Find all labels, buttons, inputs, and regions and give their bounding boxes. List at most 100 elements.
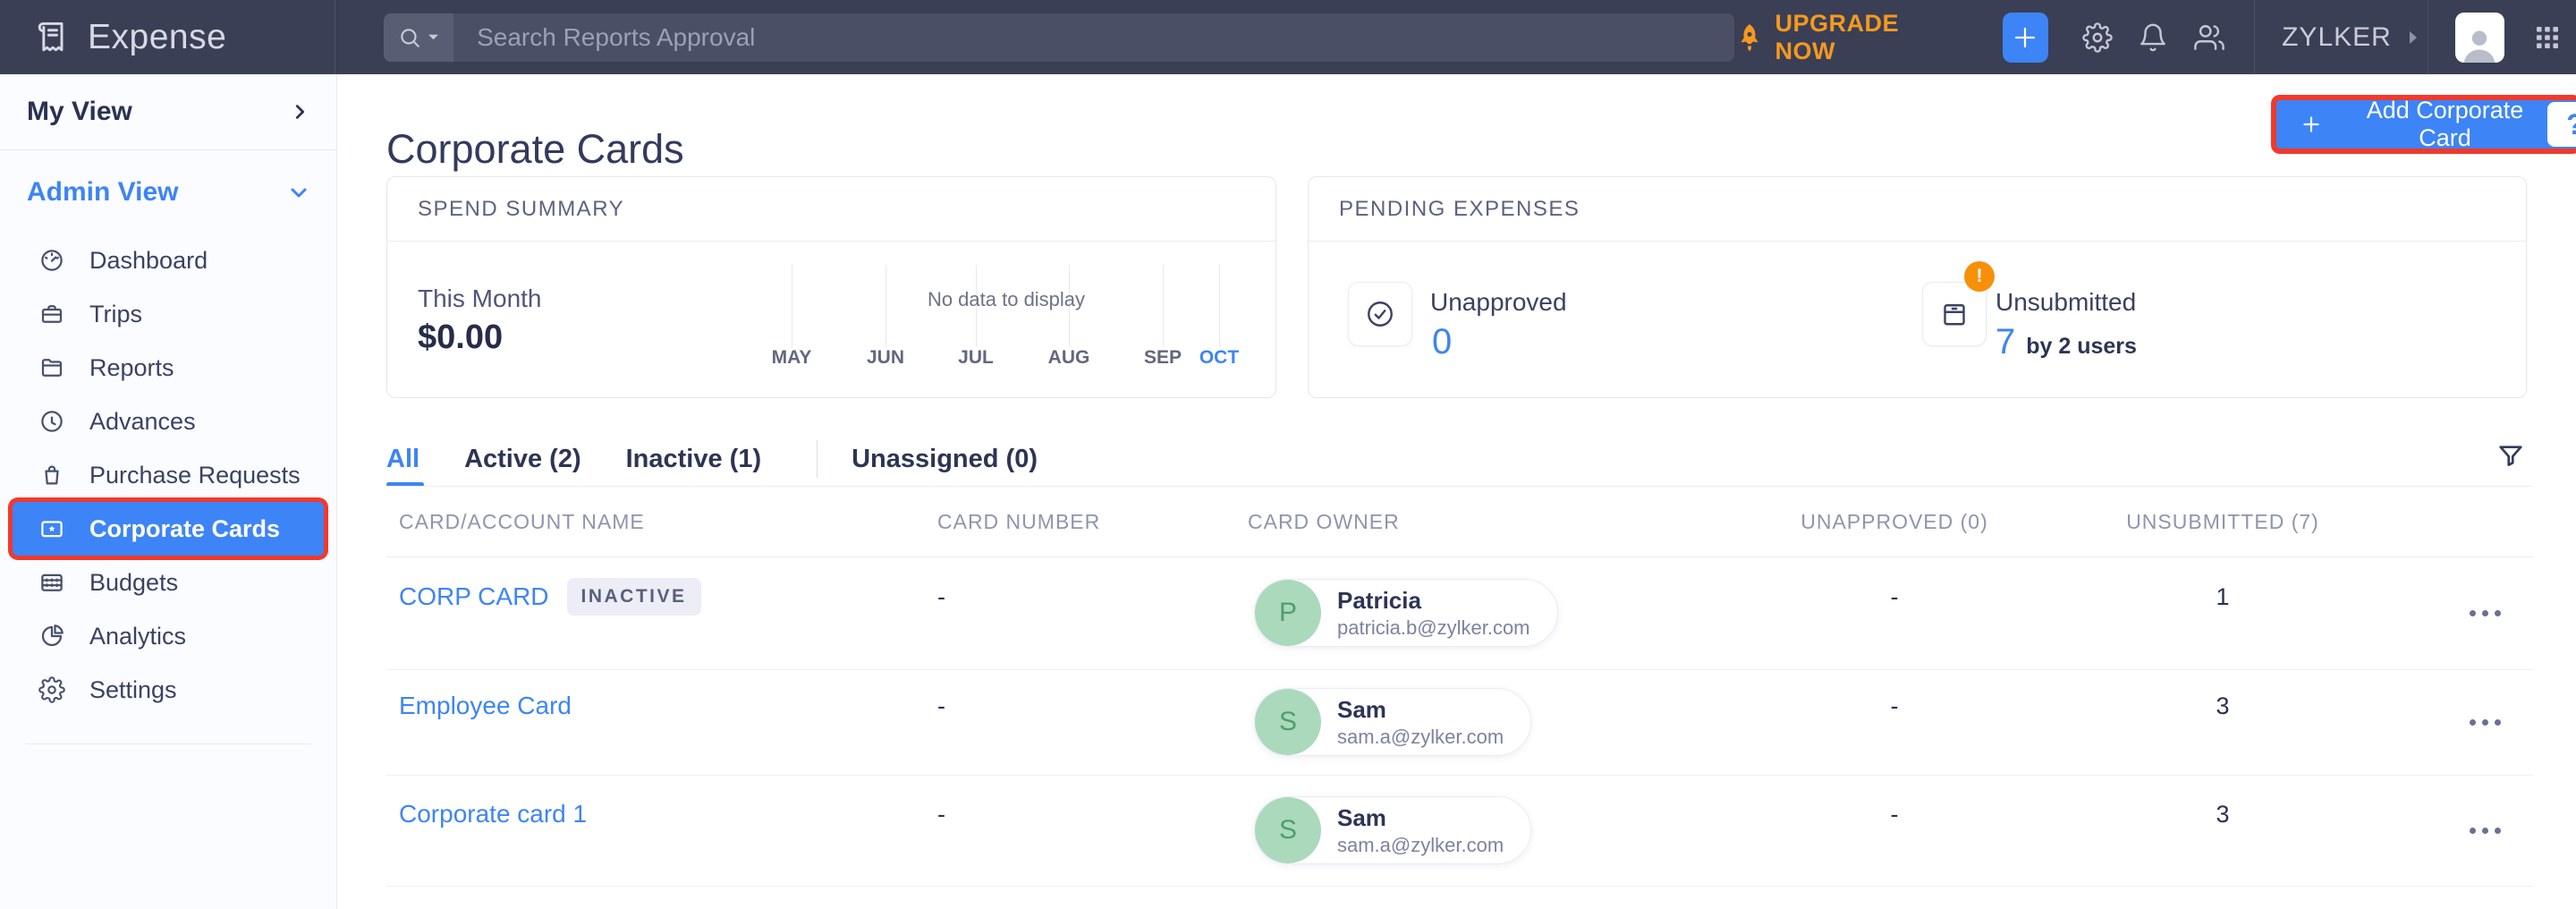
unsubmitted-label: Unsubmitted: [1996, 288, 2136, 317]
grid-icon: [2533, 23, 2562, 52]
card-name-cell: Employee Card: [399, 653, 572, 759]
tab-unassigned[interactable]: Unassigned (0): [852, 445, 1038, 474]
upgrade-now-label: UPGRADE NOW: [1775, 10, 1963, 65]
sidebar-item-label: Dashboard: [89, 247, 208, 275]
plus-icon: [2012, 24, 2038, 51]
drawer-folder-icon: [1938, 298, 1970, 330]
table-row: Corporate card 1 - S Sam sam.a@zylker.co…: [386, 775, 2533, 887]
topbar: Expense UPGRADE NOW: [0, 0, 2576, 74]
avatar[interactable]: [2455, 13, 2504, 63]
unapproved-cell: -: [1787, 759, 2002, 870]
sidebar-item-budgets[interactable]: Budgets: [0, 556, 336, 609]
chevron-right-icon: [290, 102, 309, 122]
owner-avatar: P: [1255, 580, 1321, 646]
sidebar-item-purchase-requests[interactable]: Purchase Requests: [0, 448, 336, 502]
more-options-icon[interactable]: [2461, 601, 2510, 625]
app-logo[interactable]: Expense: [0, 0, 335, 74]
pending-expenses-title: PENDING EXPENSES: [1309, 177, 2526, 242]
card-name-link[interactable]: Employee Card: [399, 692, 572, 720]
chart-empty-message: No data to display: [863, 288, 1149, 311]
owner-pill[interactable]: S Sam sam.a@zylker.com: [1254, 688, 1531, 756]
org-switcher[interactable]: ZYLKER: [2282, 22, 2419, 53]
tab-inactive[interactable]: Inactive (1): [626, 445, 762, 474]
chart-gridline: [1163, 265, 1164, 347]
sidebar-item-corporate-cards[interactable]: Corporate Cards: [13, 502, 324, 556]
chart-gridline: [1219, 265, 1220, 347]
sidebar-divider: [25, 743, 311, 744]
sidebar-item-label: Analytics: [89, 623, 186, 650]
tab-active[interactable]: Active (2): [464, 445, 581, 474]
column-header: UNAPPROVED (0): [1787, 510, 2002, 534]
sidebar-divider: [0, 149, 336, 150]
upgrade-now-button[interactable]: UPGRADE NOW: [1734, 10, 1963, 65]
question-mark-icon: ?: [2566, 108, 2576, 141]
sidebar-item-label: Advances: [89, 408, 196, 436]
sidebar: My View Admin View Dashboard Trip: [0, 74, 337, 909]
owner-name: Patricia: [1337, 586, 1530, 616]
spend-period-label: This Month: [418, 285, 542, 313]
users-button[interactable]: [2193, 22, 2225, 53]
unapproved-cell: -: [1787, 540, 2002, 653]
search-icon: [398, 26, 421, 49]
unsubmitted-cell: 3: [2115, 759, 2330, 870]
shopping-bag-icon: [38, 462, 66, 488]
card-star-icon: [38, 515, 66, 542]
sidebar-admin-view[interactable]: Admin View: [0, 173, 336, 212]
topbar-divider: [2254, 0, 2255, 74]
filter-button[interactable]: [2496, 441, 2525, 470]
notifications-button[interactable]: [2138, 22, 2168, 53]
owner-name: Sam: [1337, 695, 1504, 725]
unsubmitted-count-row: 7 by 2 users: [1996, 322, 2137, 362]
unsubmitted-count[interactable]: 7: [1996, 322, 2015, 362]
month-tick: JUL: [936, 347, 1016, 369]
org-name: ZYLKER: [2282, 22, 2392, 53]
row-actions-cell: [2431, 775, 2538, 886]
add-corporate-card-button[interactable]: Add Corporate Card: [2276, 100, 2576, 149]
dashboard-icon: [38, 247, 66, 274]
sidebar-item-settings[interactable]: Settings: [0, 663, 336, 717]
owner-avatar: S: [1255, 797, 1321, 863]
sidebar-item-reports[interactable]: Reports: [0, 341, 336, 395]
quick-create-button[interactable]: [2003, 13, 2048, 63]
help-button[interactable]: ?: [2546, 100, 2576, 149]
unapproved-count[interactable]: 0: [1432, 322, 1452, 362]
more-options-icon[interactable]: [2461, 819, 2510, 843]
month-tick: JUN: [845, 347, 926, 369]
receipt-logo-icon: [32, 18, 72, 57]
chevron-down-icon: [288, 182, 309, 203]
more-options-icon[interactable]: [2461, 710, 2510, 735]
search-input[interactable]: [453, 23, 1733, 52]
card-name-link[interactable]: Corporate card 1: [399, 800, 587, 828]
sidebar-item-advances[interactable]: Advances: [0, 395, 336, 448]
unapproved-cell: -: [1787, 653, 2002, 759]
apps-grid-button[interactable]: [2533, 23, 2562, 52]
card-number-cell: -: [937, 759, 945, 870]
budget-card-icon: [38, 569, 66, 596]
column-header: CARD/ACCOUNT NAME: [399, 510, 645, 534]
search-category-dropdown[interactable]: [384, 13, 453, 62]
card-name-link[interactable]: CORP CARD: [399, 582, 549, 611]
unapproved-icon-box: [1348, 282, 1412, 346]
tab-all[interactable]: All: [386, 445, 419, 474]
column-header: CARD OWNER: [1248, 510, 1400, 534]
spend-summary-title: SPEND SUMMARY: [387, 177, 1275, 242]
alert-badge-icon: !: [1964, 261, 1995, 292]
rocket-icon: [1734, 22, 1765, 53]
owner-pill[interactable]: S Sam sam.a@zylker.com: [1254, 796, 1531, 864]
sidebar-item-dashboard[interactable]: Dashboard: [0, 234, 336, 287]
gear-icon: [38, 676, 66, 703]
topbar-right: UPGRADE NOW: [1734, 0, 2576, 74]
table-header-row: CARD/ACCOUNT NAME CARD NUMBER CARD OWNER…: [386, 510, 2533, 537]
sidebar-item-label: Corporate Cards: [89, 515, 280, 543]
card-name-cell: CORP CARD INACTIVE: [399, 540, 701, 653]
sidebar-item-trips[interactable]: Trips: [0, 287, 336, 341]
pending-expenses-card: PENDING EXPENSES Unapproved 0 ! Un: [1308, 176, 2527, 398]
sidebar-my-view[interactable]: My View: [0, 92, 336, 132]
sidebar-item-label: Budgets: [89, 569, 178, 597]
sidebar-item-label: Settings: [89, 676, 177, 704]
global-search: [384, 13, 1733, 62]
settings-gear-button[interactable]: [2082, 22, 2113, 53]
sidebar-item-analytics[interactable]: Analytics: [0, 609, 336, 663]
unsubmitted-cell: 1: [2115, 540, 2330, 653]
owner-pill[interactable]: P Patricia patricia.b@zylker.com: [1254, 579, 1558, 647]
